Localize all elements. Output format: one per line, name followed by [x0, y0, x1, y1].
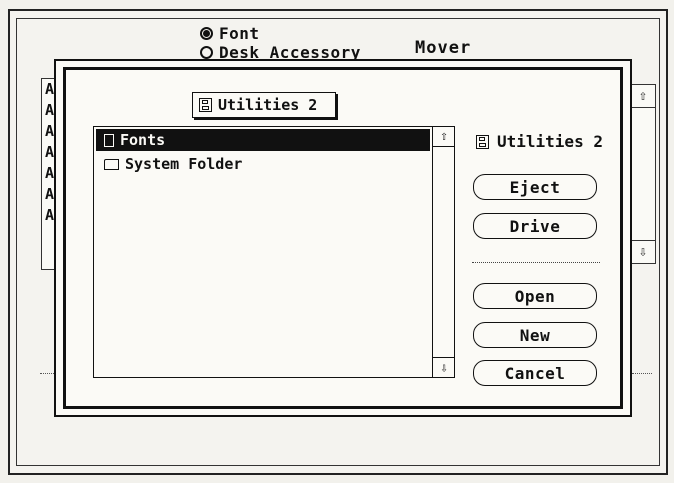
file-name: Fonts [120, 131, 166, 149]
font-radio-row[interactable]: Font [200, 24, 260, 43]
scroll-up-arrow-icon[interactable]: ⇧ [631, 85, 655, 108]
file-row-fonts[interactable]: Fonts [96, 129, 430, 151]
cancel-button[interactable]: Cancel [473, 360, 597, 386]
mover-title: Mover [415, 38, 472, 58]
scroll-up-arrow-icon[interactable]: ⇧ [433, 126, 455, 147]
open-button[interactable]: Open [473, 283, 597, 309]
new-button[interactable]: New [473, 322, 597, 348]
document-icon [104, 133, 114, 147]
current-disk-label: Utilities 2 [497, 132, 603, 151]
radio-font-icon[interactable] [200, 27, 213, 40]
current-disk: Utilities 2 [476, 132, 603, 151]
radio-desk-accessory-icon[interactable] [200, 46, 213, 59]
mover-scrollbar[interactable]: ⇧ ⇩ [630, 84, 656, 264]
file-list-scrollbar[interactable]: ⇧ ⇩ [432, 126, 455, 378]
floppy-disk-icon [476, 134, 489, 149]
drive-button[interactable]: Drive [473, 213, 597, 239]
divider [632, 373, 652, 374]
scroll-down-arrow-icon[interactable]: ⇩ [631, 240, 655, 263]
desk-accessory-radio-row[interactable]: Desk Accessory [200, 46, 361, 59]
button-divider [472, 262, 600, 263]
volume-popup-menu[interactable]: Utilities 2 [192, 92, 336, 118]
volume-popup-label: Utilities 2 [218, 96, 318, 114]
file-row-system-folder[interactable]: System Folder [96, 153, 430, 175]
radio-font-label: Font [219, 24, 260, 43]
floppy-disk-icon [199, 98, 212, 112]
folder-icon [104, 158, 119, 170]
scroll-down-arrow-icon[interactable]: ⇩ [433, 357, 455, 378]
file-name: System Folder [125, 155, 243, 173]
file-list[interactable]: Fonts System Folder [93, 126, 455, 378]
eject-button[interactable]: Eject [473, 174, 597, 200]
radio-desk-accessory-label: Desk Accessory [219, 46, 361, 59]
